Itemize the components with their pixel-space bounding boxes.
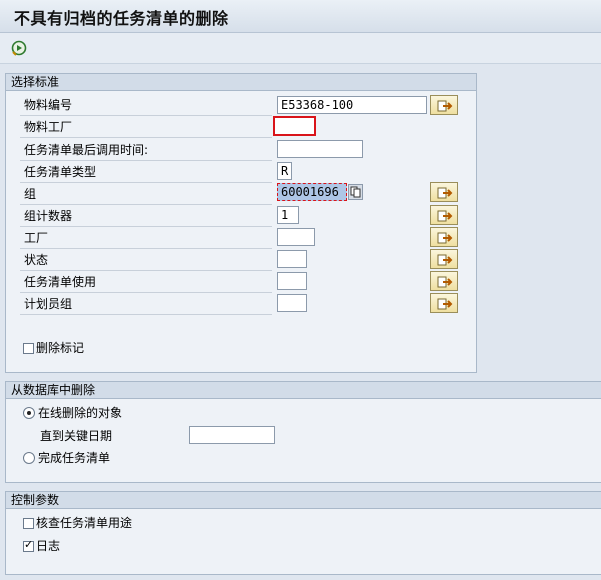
last-used-label: 任务清单最后调用时间: xyxy=(24,143,149,157)
type-field[interactable]: R xyxy=(277,162,292,180)
log-label: 日志 xyxy=(36,539,61,553)
delete-db-panel-title: 从数据库中删除 xyxy=(6,382,601,399)
plant-field[interactable] xyxy=(273,116,316,136)
multiple-selection-button[interactable] xyxy=(430,249,458,269)
planner-label: 计划员组 xyxy=(24,297,73,311)
log-checkbox[interactable] xyxy=(23,538,34,552)
divider xyxy=(20,137,272,138)
status-field[interactable] xyxy=(277,250,307,268)
key-date-label: 直到关键日期 xyxy=(40,429,113,443)
execute-icon[interactable] xyxy=(10,38,30,58)
complete-radio[interactable] xyxy=(23,452,35,464)
divider xyxy=(20,160,272,161)
status-label: 状态 xyxy=(24,253,49,267)
selection-panel-title: 选择标准 xyxy=(6,74,476,91)
group-field[interactable]: 60001696 xyxy=(277,183,347,201)
online-radio[interactable] xyxy=(23,407,35,419)
complete-label: 完成任务清单 xyxy=(38,451,111,465)
arrow-right-icon xyxy=(437,276,453,288)
divider xyxy=(20,182,272,183)
divider xyxy=(20,270,272,271)
type-label: 任务清单类型 xyxy=(24,165,97,179)
usage-field[interactable] xyxy=(277,272,307,290)
divider xyxy=(20,226,272,227)
arrow-right-icon xyxy=(437,210,453,222)
arrow-right-icon xyxy=(437,100,453,112)
material-label: 物料编号 xyxy=(24,98,73,112)
control-panel-title: 控制参数 xyxy=(6,492,601,509)
toolbar xyxy=(0,33,601,64)
online-label: 在线删除的对象 xyxy=(38,406,123,420)
material-field[interactable]: E53368-100 xyxy=(277,96,427,114)
multiple-selection-button[interactable] xyxy=(430,271,458,291)
multiple-selection-button[interactable] xyxy=(430,293,458,313)
deletion-flag-checkbox[interactable] xyxy=(23,343,34,354)
last-used-field[interactable] xyxy=(277,140,363,158)
multiple-selection-button[interactable] xyxy=(430,95,458,115)
counter-field[interactable]: 1 xyxy=(277,206,299,224)
divider xyxy=(20,314,272,315)
usage-label: 任务清单使用 xyxy=(24,275,97,289)
counter-label: 组计数器 xyxy=(24,209,73,223)
key-date-field[interactable] xyxy=(189,426,275,444)
selection-panel: 选择标准 xyxy=(5,73,477,373)
divider xyxy=(20,248,272,249)
check-usage-label: 核查任务清单用途 xyxy=(36,516,133,530)
multiple-selection-button[interactable] xyxy=(430,205,458,225)
multiple-selection-button[interactable] xyxy=(430,227,458,247)
arrow-right-icon xyxy=(437,232,453,244)
divider xyxy=(20,115,272,116)
group-label: 组 xyxy=(24,187,37,201)
multiple-selection-button[interactable] xyxy=(430,182,458,202)
plant-label: 物料工厂 xyxy=(24,120,73,134)
search-help-icon[interactable] xyxy=(348,184,363,200)
planner-field[interactable] xyxy=(277,294,307,312)
title-bar: 不具有归档的任务清单的删除 xyxy=(0,0,601,33)
divider xyxy=(20,292,272,293)
check-usage-checkbox[interactable] xyxy=(23,518,34,529)
arrow-right-icon xyxy=(437,298,453,310)
plant2-label: 工厂 xyxy=(24,231,49,245)
deletion-flag-label: 删除标记 xyxy=(36,341,85,355)
arrow-right-icon xyxy=(437,187,453,199)
window-title: 不具有归档的任务清单的删除 xyxy=(14,9,229,28)
arrow-right-icon xyxy=(437,254,453,266)
divider xyxy=(20,204,272,205)
control-panel: 控制参数 xyxy=(5,491,601,575)
plant2-field[interactable] xyxy=(277,228,315,246)
